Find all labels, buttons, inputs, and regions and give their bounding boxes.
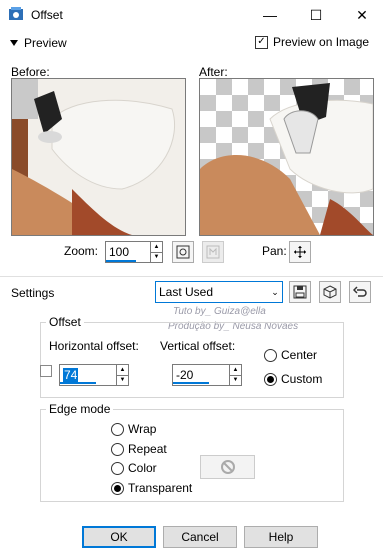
chevron-down-icon: ⌄ [271,286,279,297]
edge-repeat-label: Repeat [128,442,167,456]
radio-circle-icon [111,442,124,456]
preview-on-image-checkbox[interactable]: ✓ Preview on Image [255,35,369,49]
preset-dropdown[interactable]: Last Used ⌄ [155,281,283,303]
zoom-actual-size-button[interactable] [202,241,224,263]
edge-transparent-label: Transparent [128,481,193,495]
zoom-value: 100 [109,245,130,259]
pan-button[interactable] [289,241,311,263]
preview-toggle[interactable]: Preview [10,36,67,50]
zoom-stepper[interactable]: ▲ ▼ [150,242,162,262]
disabled-icon [220,460,235,474]
offset-center-radio[interactable]: Center [264,348,317,362]
section-divider [0,276,383,277]
collapse-arrow-icon [10,40,18,46]
after-preview-image [200,83,373,235]
radio-circle-icon [111,461,124,475]
dice-icon [323,285,337,299]
after-preview[interactable] [199,78,374,236]
settings-label: Settings [11,286,55,300]
preset-value: Last Used [159,285,214,299]
down-arrow-icon[interactable]: ▼ [117,374,128,386]
offset-center-label: Center [281,348,318,362]
up-arrow-icon[interactable]: ▲ [117,365,128,375]
help-button[interactable]: Help [244,526,318,548]
offset-custom-radio[interactable]: Custom [264,372,322,386]
window-title: Offset [31,8,63,22]
edge-color-radio[interactable]: Color [111,461,157,475]
up-arrow-icon[interactable]: ▲ [151,242,162,252]
cancel-button[interactable]: Cancel [163,526,237,548]
reset-button[interactable] [349,281,371,303]
radio-selected-icon [111,481,124,495]
down-arrow-icon[interactable]: ▼ [151,251,162,263]
preview-on-image-label: Preview on Image [273,35,370,49]
randomize-button[interactable] [319,281,341,303]
zoom-fit-button[interactable] [172,241,194,263]
zoom-label: Zoom: [64,244,99,258]
save-preset-button[interactable] [289,281,311,303]
ok-button[interactable]: OK [82,526,156,548]
checkbox-check-icon: ✓ [255,35,268,49]
horizontal-offset-value: 74 [63,368,79,382]
before-label: Before: [11,65,50,79]
minimize-button[interactable]: — [247,0,293,30]
horizontal-offset-underline [60,382,96,384]
move-icon [294,246,306,258]
radio-circle-icon [111,422,124,436]
vertical-offset-value: -20 [176,368,194,382]
after-label: After: [199,65,228,79]
radio-selected-icon [264,372,277,386]
zoom-underline [106,260,136,262]
close-button[interactable]: ✕ [339,0,383,30]
maximize-button[interactable]: ☐ [293,0,339,30]
pan-label: Pan: [262,244,287,258]
edge-transparent-radio[interactable]: Transparent [111,481,192,495]
preview-toggle-label: Preview [24,36,67,50]
edge-wrap-radio[interactable]: Wrap [111,422,156,436]
zoom-fit-icon [176,245,190,259]
offset-custom-label: Custom [281,372,323,386]
actual-size-icon [206,245,220,259]
app-icon [9,7,23,20]
radio-circle-icon [264,348,277,362]
offset-group-label: Offset [46,315,84,329]
vertical-offset-underline [173,382,209,384]
save-icon [293,285,307,299]
edge-repeat-radio[interactable]: Repeat [111,442,167,456]
down-arrow-icon[interactable]: ▼ [230,374,241,386]
vertical-offset-label: Vertical offset: [160,339,236,353]
before-preview-image [12,79,185,235]
watermark-line-1: Tuto by_ Guiza@ella [173,306,266,317]
up-arrow-icon[interactable]: ▲ [230,365,241,375]
edge-color-label: Color [128,461,157,475]
undo-icon [353,286,367,297]
before-preview[interactable] [11,78,186,236]
edge-mode-group-label: Edge mode [46,402,114,416]
vertical-offset-stepper[interactable]: ▲ ▼ [229,365,241,385]
horizontal-offset-stepper[interactable]: ▲ ▼ [116,365,128,385]
link-offsets-checkbox[interactable] [40,365,52,377]
edge-color-swatch[interactable] [200,455,255,479]
horizontal-offset-label: Horizontal offset: [49,339,139,353]
edge-wrap-label: Wrap [128,422,157,436]
